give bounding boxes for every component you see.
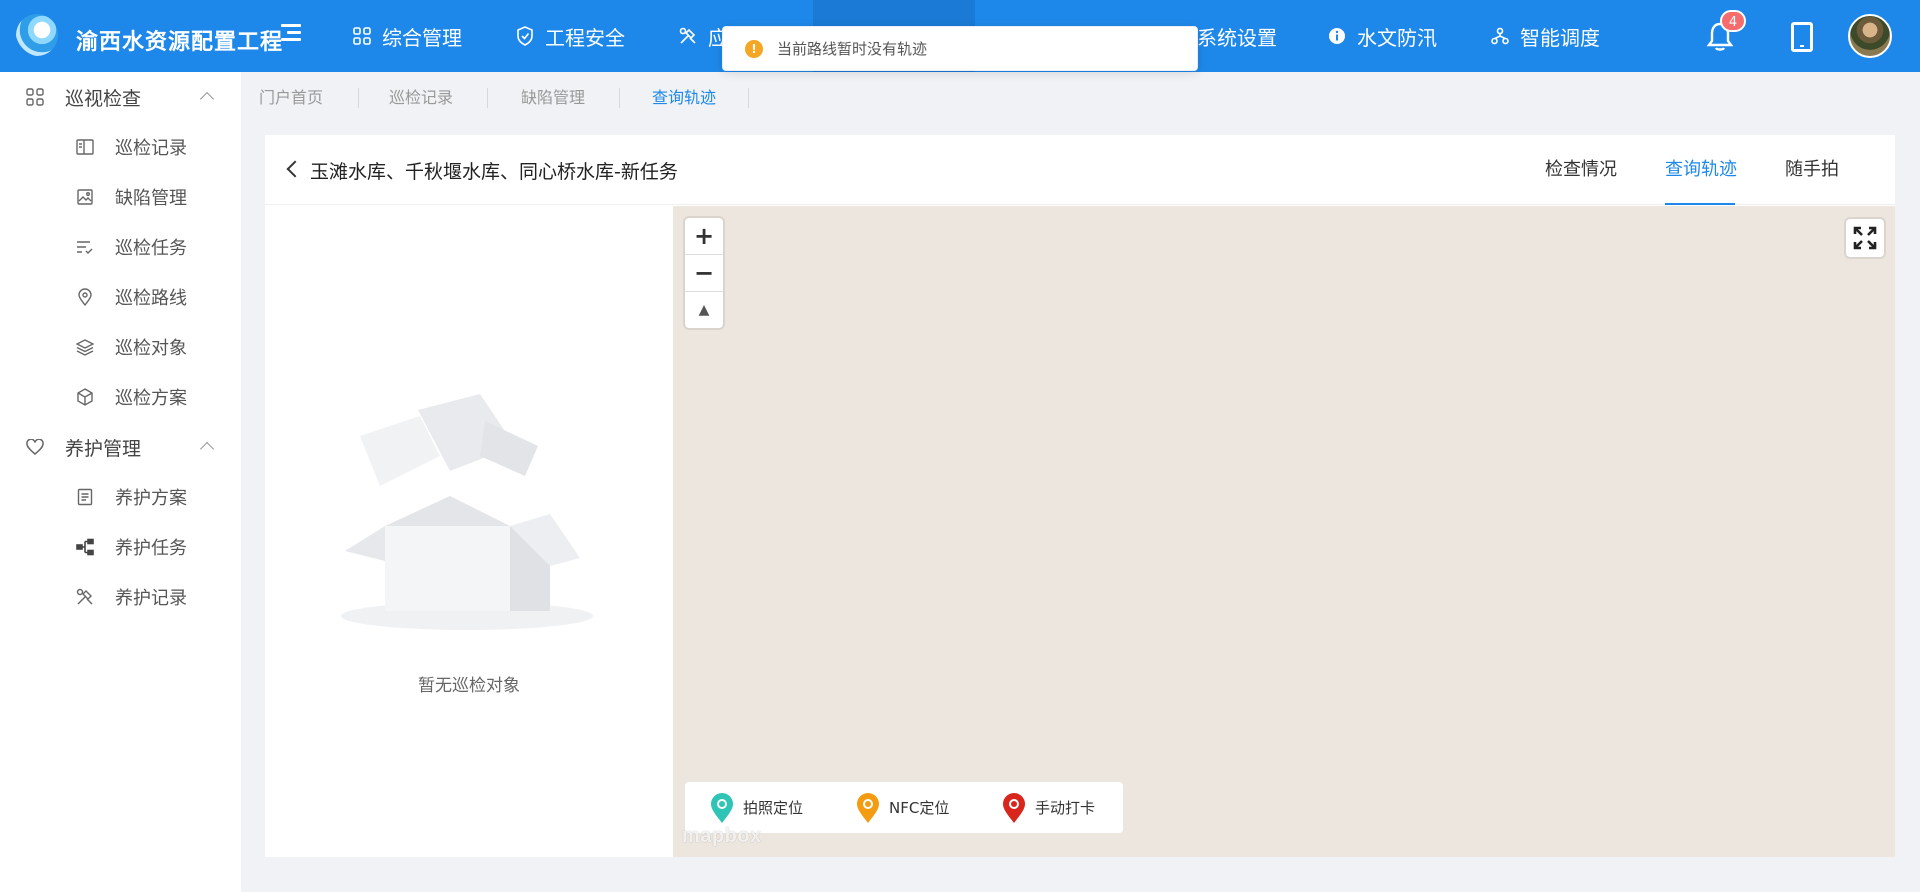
shield-icon bbox=[515, 26, 535, 46]
breadcrumb-divider bbox=[358, 88, 359, 108]
sidebar-item-label: 巡检方案 bbox=[115, 388, 187, 409]
nav-item-engineering-safety[interactable]: 工程安全 bbox=[515, 0, 625, 72]
empty-box-illustration bbox=[341, 394, 593, 630]
empty-state-text: 暂无巡检对象 bbox=[418, 676, 520, 696]
sidebar-item-inspection-routes[interactable]: 巡检路线 bbox=[0, 272, 241, 322]
chevron-up-icon bbox=[199, 441, 215, 457]
sidebar-item-label: 养护方案 bbox=[115, 488, 187, 509]
nav-item-emergency[interactable]: 应 bbox=[678, 0, 728, 72]
legend-item-manual-checkin: 手动打卡 bbox=[1001, 782, 1095, 833]
nav-item-label: 工程安全 bbox=[545, 25, 625, 50]
sidebar-item-label: 缺陷管理 bbox=[115, 188, 187, 209]
grid-icon bbox=[352, 26, 372, 46]
nav-item-label: 智能调度 bbox=[1520, 25, 1600, 50]
legend-label: 拍照定位 bbox=[743, 799, 804, 817]
sidebar-item-label: 巡检路线 bbox=[115, 288, 187, 309]
warning-icon: ! bbox=[745, 39, 763, 58]
nav-item-hydrology-flood[interactable]: 水文防汛 bbox=[1327, 0, 1437, 72]
checklist-icon bbox=[75, 237, 95, 257]
book-icon bbox=[75, 137, 95, 157]
layers-icon bbox=[75, 337, 95, 357]
sidebar-group-inspection[interactable]: 巡视检查 bbox=[0, 72, 241, 122]
app-logo bbox=[16, 14, 58, 56]
apps-icon bbox=[25, 87, 45, 107]
fullscreen-button[interactable] bbox=[1846, 219, 1884, 257]
sidebar-group-label: 巡视检查 bbox=[65, 87, 142, 110]
map-canvas[interactable] bbox=[673, 206, 1895, 857]
expand-icon bbox=[1853, 226, 1877, 250]
nav-item-label: 水文防汛 bbox=[1357, 25, 1437, 50]
breadcrumb-tab-defect-management[interactable]: 缺陷管理 bbox=[521, 72, 585, 124]
tab-inspection-status[interactable]: 检查情况 bbox=[1545, 135, 1617, 205]
breadcrumb-divider bbox=[619, 88, 620, 108]
back-arrow-icon[interactable] bbox=[286, 160, 304, 178]
nav-item-comprehensive[interactable]: 综合管理 bbox=[352, 0, 462, 72]
legend-label: NFC定位 bbox=[889, 799, 950, 817]
breadcrumb-divider bbox=[487, 88, 488, 108]
nav-item-system-settings[interactable]: 系统设置 bbox=[1197, 0, 1277, 72]
breadcrumb-tab-query-track[interactable]: 查询轨迹 bbox=[652, 72, 716, 124]
legend-item-nfc: NFC定位 bbox=[855, 782, 949, 833]
legend-label: 手动打卡 bbox=[1035, 799, 1096, 817]
sidebar-item-maintenance-tasks[interactable]: 养护任务 bbox=[0, 522, 241, 572]
sidebar-item-defect-management[interactable]: 缺陷管理 bbox=[0, 172, 241, 222]
zoom-in-button[interactable]: + bbox=[685, 218, 723, 254]
map-zoom-control: + − ▲ bbox=[685, 218, 723, 328]
sidebar: 巡视检查 巡检记录 缺陷管理 巡检任务 巡检路线 巡检对象 巡检方案 养护管理 … bbox=[0, 72, 241, 892]
chevron-up-icon bbox=[199, 91, 215, 107]
info-icon bbox=[1327, 26, 1347, 46]
sidebar-item-inspection-plans[interactable]: 巡检方案 bbox=[0, 372, 241, 422]
nav-item-label: 系统设置 bbox=[1197, 25, 1277, 50]
tab-query-track[interactable]: 查询轨迹 bbox=[1665, 135, 1737, 205]
avatar[interactable] bbox=[1848, 14, 1892, 58]
map-pin-teal-icon bbox=[711, 792, 733, 823]
sidebar-item-label: 养护记录 bbox=[115, 588, 187, 609]
tablet-icon[interactable] bbox=[1791, 22, 1813, 52]
sidebar-item-inspection-objects[interactable]: 巡检对象 bbox=[0, 322, 241, 372]
warning-toast: ! 当前路线暂时没有轨迹 bbox=[722, 26, 1198, 71]
toast-message: 当前路线暂时没有轨迹 bbox=[777, 40, 928, 58]
nav-item-label: 综合管理 bbox=[382, 25, 462, 50]
sidebar-item-label: 巡检记录 bbox=[115, 138, 187, 159]
hierarchy-icon bbox=[75, 537, 95, 557]
breadcrumb-divider bbox=[748, 88, 749, 108]
cube-icon bbox=[75, 387, 95, 407]
sidebar-group-maintenance[interactable]: 养护管理 bbox=[0, 422, 241, 472]
sidebar-item-maintenance-plans[interactable]: 养护方案 bbox=[0, 472, 241, 522]
nav-item-smart-dispatch[interactable]: 智能调度 bbox=[1490, 0, 1600, 72]
image-icon bbox=[75, 187, 95, 207]
breadcrumb-tab-home[interactable]: 门户首页 bbox=[259, 72, 323, 124]
compass-button[interactable]: ▲ bbox=[685, 292, 723, 328]
breadcrumb-tab-inspection-records[interactable]: 巡检记录 bbox=[389, 72, 453, 124]
document-icon bbox=[75, 487, 95, 507]
sidebar-item-label: 养护任务 bbox=[115, 538, 187, 559]
sidebar-item-label: 巡检对象 bbox=[115, 338, 187, 359]
mapbox-attribution-logo[interactable]: mapbox bbox=[682, 825, 762, 848]
sidebar-group-label: 养护管理 bbox=[65, 437, 142, 460]
tools-icon bbox=[75, 587, 95, 607]
app-title: 渝西水资源配置工程 bbox=[76, 30, 284, 55]
sidebar-item-inspection-records[interactable]: 巡检记录 bbox=[0, 122, 241, 172]
active-tab-underline bbox=[1665, 203, 1735, 205]
sidebar-item-inspection-tasks[interactable]: 巡检任务 bbox=[0, 222, 241, 272]
heart-icon bbox=[25, 437, 45, 457]
sidebar-item-label: 巡检任务 bbox=[115, 238, 187, 259]
tab-snapshot[interactable]: 随手拍 bbox=[1785, 135, 1839, 205]
map-pin-orange-icon bbox=[857, 792, 879, 823]
inspection-object-list: 暂无巡检对象 bbox=[265, 206, 673, 857]
panel-header: 玉滩水库、千秋堰水库、同心桥水库-新任务 检查情况 查询轨迹 随手拍 bbox=[265, 135, 1895, 205]
org-chart-icon bbox=[1490, 26, 1510, 46]
task-title: 玉滩水库、千秋堰水库、同心桥水库-新任务 bbox=[310, 161, 678, 183]
sidebar-item-maintenance-records[interactable]: 养护记录 bbox=[0, 572, 241, 622]
breadcrumb: 门户首页 巡检记录 缺陷管理 查询轨迹 bbox=[241, 72, 1920, 124]
map-pin-red-icon bbox=[1003, 792, 1025, 823]
tools-icon bbox=[678, 26, 698, 46]
menu-toggle-icon[interactable] bbox=[281, 24, 303, 44]
zoom-out-button[interactable]: − bbox=[685, 255, 723, 291]
location-pin-icon bbox=[75, 287, 95, 307]
notification-badge: 4 bbox=[1720, 10, 1746, 32]
